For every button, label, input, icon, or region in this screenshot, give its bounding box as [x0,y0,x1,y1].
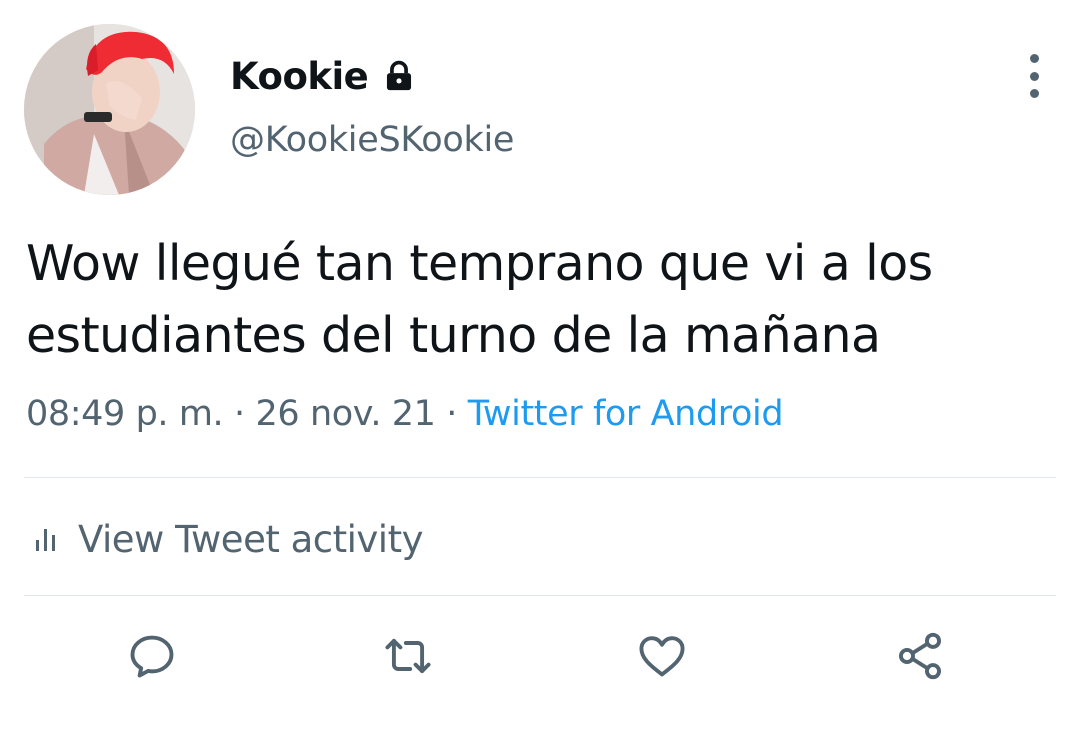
share-icon [898,632,942,680]
more-dot [1029,89,1039,98]
view-tweet-activity-label: View Tweet activity [78,517,423,561]
retweet-icon [385,638,431,674]
heart-icon [639,636,685,677]
avatar[interactable] [24,24,195,195]
tweet-date[interactable]: 26 nov. 21 [255,394,435,434]
share-button[interactable] [890,626,950,686]
meta-separator: · [234,394,245,434]
reply-button[interactable] [122,626,182,686]
bar-chart-icon [36,529,55,551]
retweet-button[interactable] [378,626,438,686]
display-name[interactable]: Kookie [230,55,369,98]
lock-icon [387,60,412,91]
like-button[interactable] [632,626,692,686]
tweet-source[interactable]: Twitter for Android [468,394,784,434]
more-options-icon[interactable] [1014,54,1054,98]
divider [24,477,1056,478]
display-name-row[interactable]: Kookie [230,52,416,100]
more-dot [1029,54,1039,63]
tweet-text: Wow llegué tan temprano que vi a los est… [26,235,933,364]
tweet-meta: 08:49 p. m. · 26 nov. 21 · Twitter for A… [26,394,784,434]
view-tweet-activity-button[interactable]: View Tweet activity [34,512,423,566]
divider [24,595,1056,596]
meta-separator: · [446,394,457,434]
user-handle[interactable]: @KookieSKookie [230,120,514,160]
avatar-image [24,24,195,195]
reply-icon [130,635,174,678]
more-dot [1029,71,1039,81]
tweet-time[interactable]: 08:49 p. m. [26,394,224,434]
